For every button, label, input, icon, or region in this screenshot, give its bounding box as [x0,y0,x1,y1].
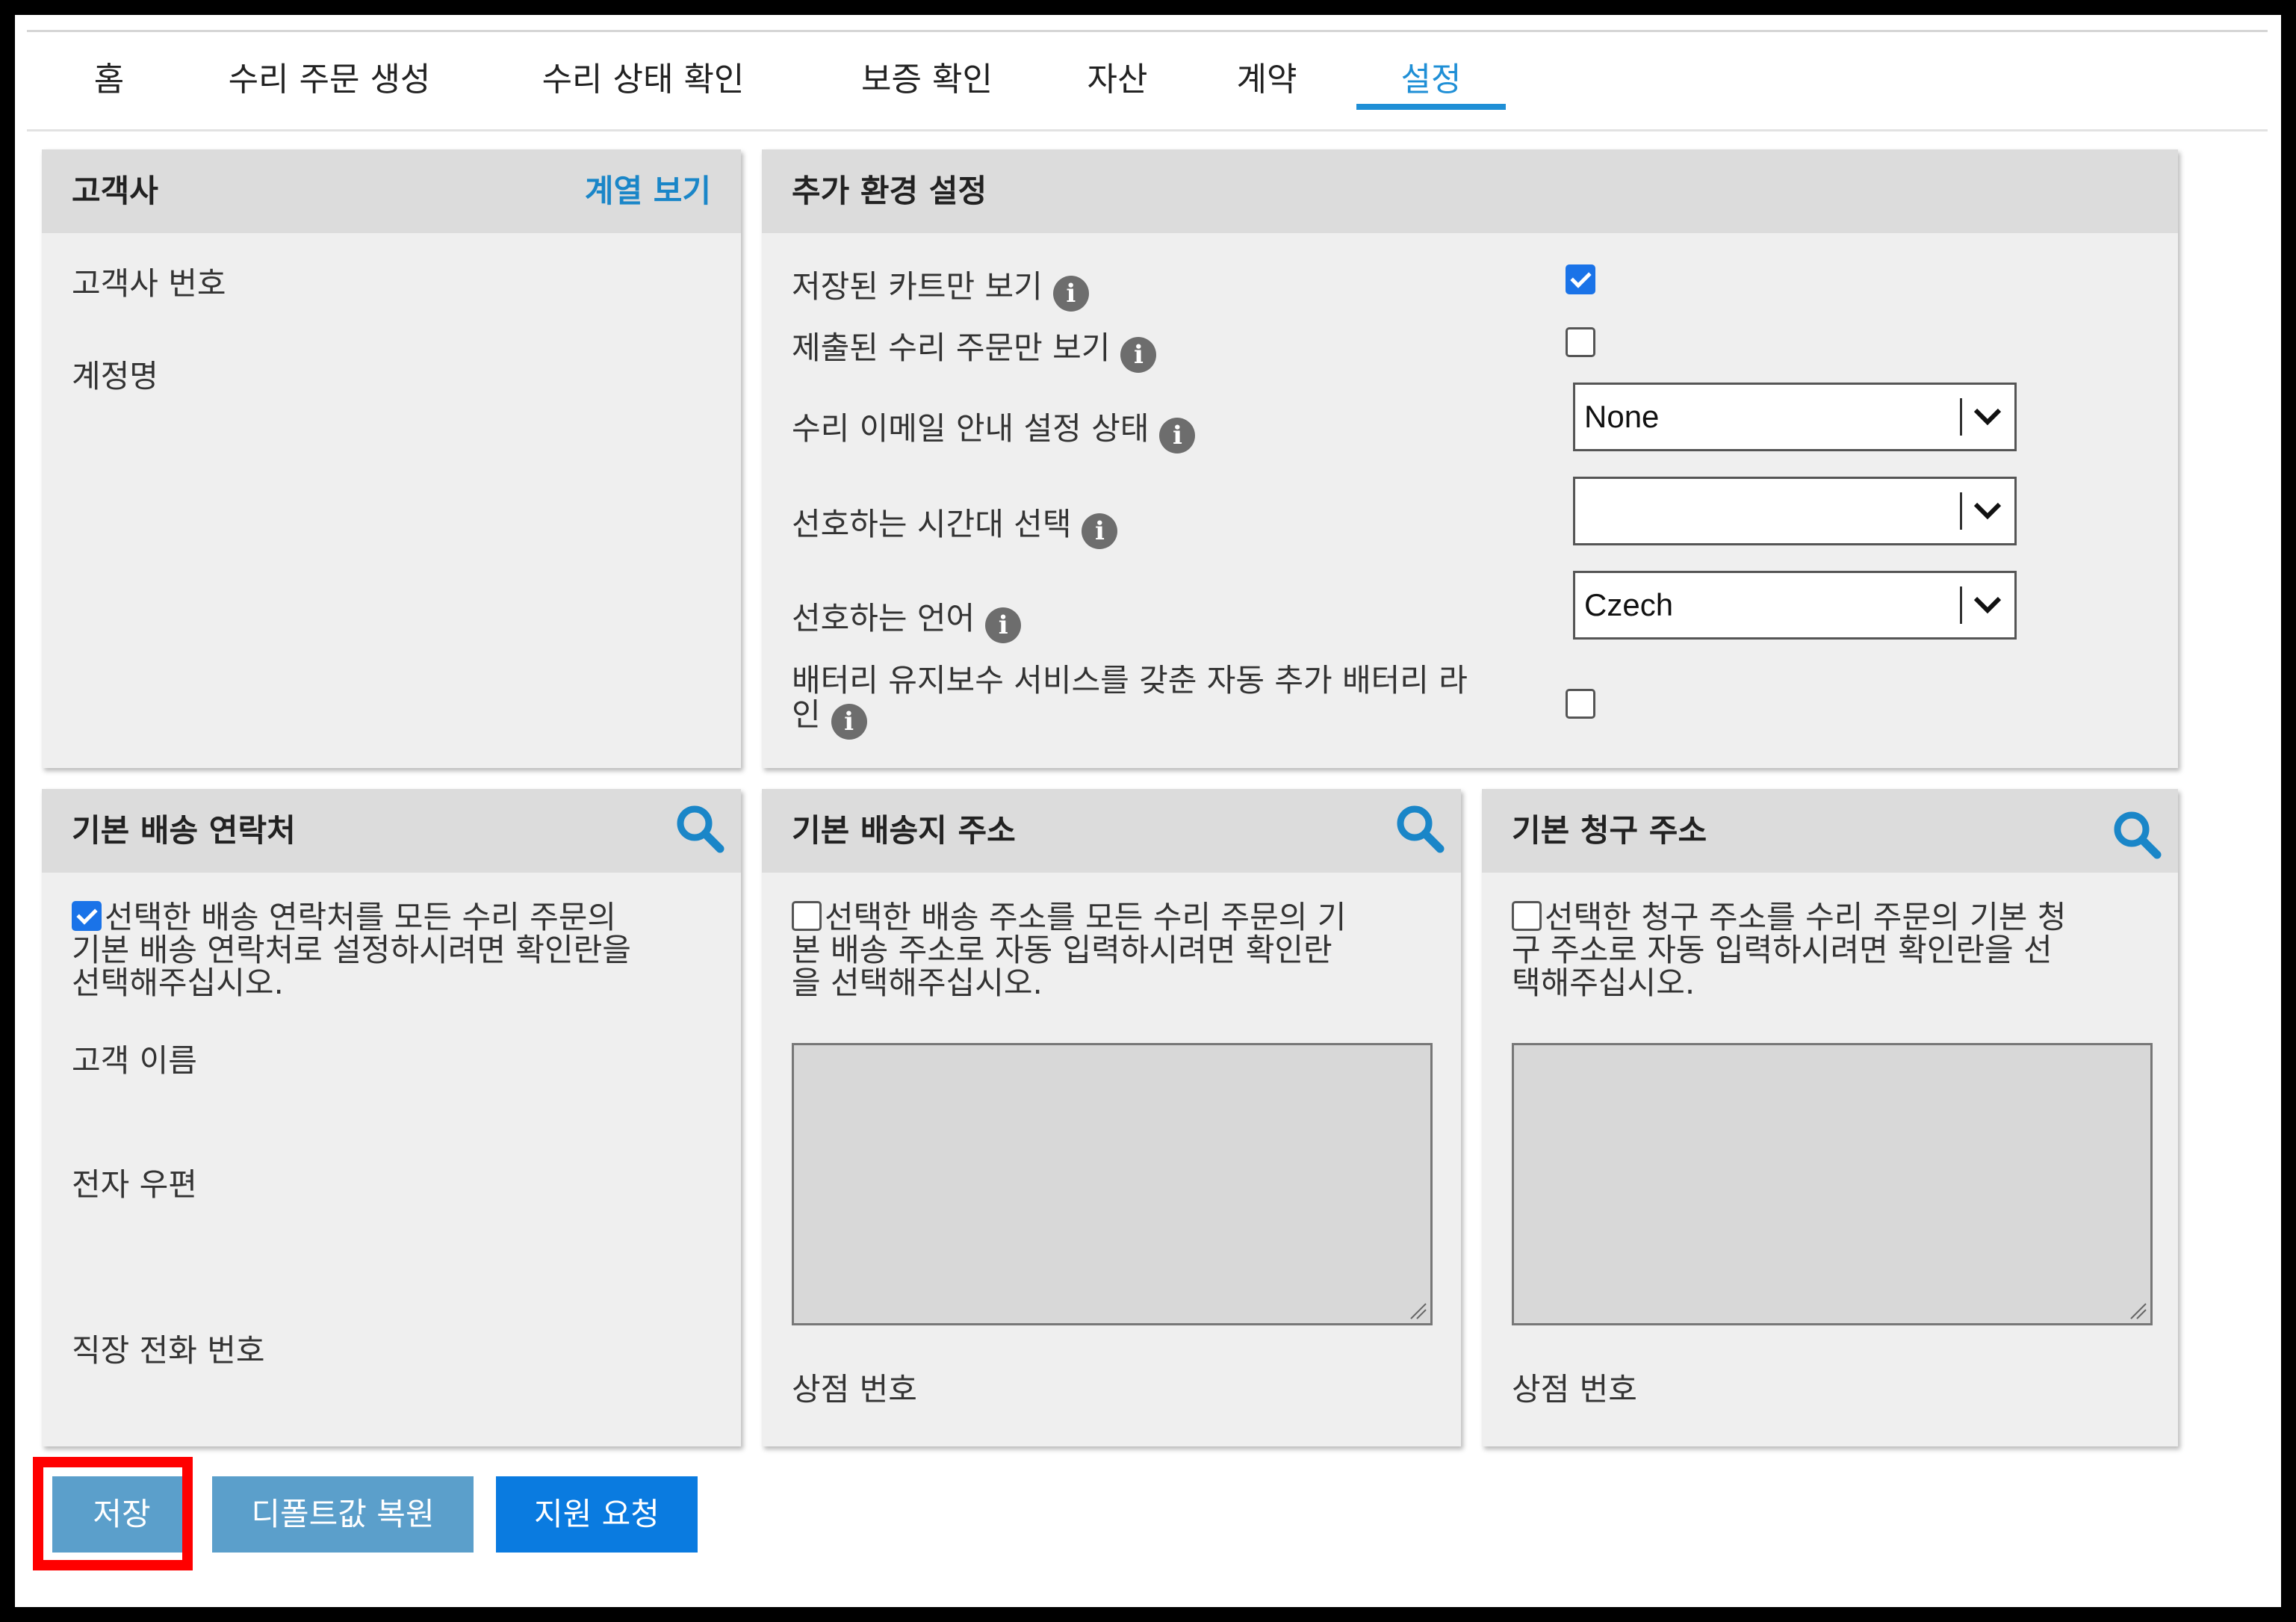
customer-panel-title: 고객사 [72,173,158,209]
info-icon[interactable]: i [1082,513,1118,549]
billing-address-textarea[interactable] [1512,1043,2153,1325]
tab-create-repair-order[interactable]: 수리 주문 생성 [206,50,453,110]
select-divider [1960,398,1962,436]
shipping-address-textarea[interactable] [792,1043,1433,1325]
search-icon[interactable] [674,802,726,855]
setting-timezone-label: 선호하는 시간대 선택 i [792,499,1118,549]
language-value: Czech [1584,587,1674,622]
tab-settings[interactable]: 설정 [1356,50,1506,110]
shipping-contact-default-checkbox[interactable] [72,901,102,931]
tab-contracts[interactable]: 계약 [1222,50,1312,110]
view-affiliates-link[interactable]: 계열 보기 [585,149,711,233]
account-name-label: 계정명 [72,358,158,394]
search-icon[interactable] [2111,808,2163,861]
setting-battery-text-line2: 인 [792,696,821,733]
billing-store-number-label: 상점 번호 [1512,1371,1637,1408]
shipping-address-desc-line2: 본 배송 주소로 자동 입력하시려면 확인란 [792,932,1332,968]
setting-saved-carts-label: 저장된 카트만 보기 i [792,261,1089,312]
shipping-store-number-label: 상점 번호 [792,1371,917,1408]
chevron-down-icon [1973,502,2002,520]
setting-email-notice-label: 수리 이메일 안내 설정 상태 i [792,403,1196,454]
chevron-down-icon [1973,596,2002,614]
shipping-contact-desc-line1: 선택한 배송 연락처를 모든 수리 주문의 [72,901,729,934]
app-window: 홈 수리 주문 생성 수리 상태 확인 보증 확인 자산 계약 설정 고객사 계… [15,15,2281,1607]
shipping-contact-desc-line3: 선택해주십시오. [72,965,284,1001]
setting-battery-line2: 인i [792,698,1468,740]
search-icon[interactable] [1394,802,1446,855]
timezone-select[interactable] [1573,477,2017,545]
main-tabs: 홈 수리 주문 생성 수리 상태 확인 보증 확인 자산 계약 설정 [27,30,2268,131]
resize-grip-icon[interactable] [2128,1301,2147,1320]
tab-home[interactable]: 홈 [79,50,139,110]
select-divider [1960,586,1962,624]
additional-settings-panel: 추가 환경 설정 저장된 카트만 보기 i 제출된 수리 주문만 보기 i 수리 이… [762,149,2178,768]
shipping-contact-desc: 선택한 배송 연락처를 모든 수리 주문의 기본 배송 연락처로 설정하시려면 … [72,901,729,1000]
info-icon[interactable]: i [985,607,1022,643]
customer-panel: 고객사 계열 보기 고객사 번호 계정명 [42,149,741,768]
language-select[interactable]: Czech [1573,571,2017,640]
tab-repair-status[interactable]: 수리 상태 확인 [520,50,766,110]
tab-warranty-check[interactable]: 보증 확인 [834,50,1020,110]
saved-carts-checkbox[interactable] [1566,264,1595,294]
shipping-contact-desc-line1-text: 선택한 배송 연락처를 모든 수리 주문의 [105,899,616,935]
restore-defaults-button[interactable]: 디폴트값 복원 [212,1476,474,1553]
customer-panel-header: 고객사 계열 보기 [42,149,741,233]
chevron-down-icon [1973,408,2002,426]
billing-address-desc-line1-text: 선택한 청구 주소를 수리 주문의 기본 청 [1545,899,2067,935]
setting-saved-carts-text: 저장된 카트만 보기 [792,268,1043,305]
billing-address-header: 기본 청구 주소 [1482,789,2178,873]
email-notice-select[interactable]: None [1573,383,2017,451]
info-icon[interactable]: i [831,704,867,740]
setting-language-text: 선호하는 언어 [792,600,975,637]
email-label: 전자 우편 [72,1166,197,1203]
resize-grip-icon[interactable] [1408,1301,1427,1320]
shipping-address-panel: 기본 배송지 주소 선택한 배송 주소를 모든 수리 주문의 기 본 배송 주소… [762,789,1461,1446]
select-divider [1960,492,1962,530]
setting-battery-text-line1: 배터리 유지보수 서비스를 갖춘 자동 추가 배터리 라 [792,662,1468,699]
submitted-orders-checkbox[interactable] [1566,327,1595,357]
billing-address-panel: 기본 청구 주소 선택한 청구 주소를 수리 주문의 기본 청 구 주소로 자동… [1482,789,2178,1446]
email-notice-value: None [1584,399,1660,434]
save-button[interactable]: 저장 [52,1476,191,1553]
setting-email-notice-text: 수리 이메일 안내 설정 상태 [792,410,1149,447]
shipping-contact-panel: 기본 배송 연락처 선택한 배송 연락처를 모든 수리 주문의 기본 배송 연락… [42,789,741,1446]
shipping-contact-header: 기본 배송 연락처 [42,789,741,873]
shipping-address-desc: 선택한 배송 주소를 모든 수리 주문의 기 본 배송 주소로 자동 입력하시려… [792,901,1449,1000]
billing-address-default-checkbox[interactable] [1512,901,1542,931]
setting-battery-label: 배터리 유지보수 서비스를 갖춘 자동 추가 배터리 라 인i [792,663,1468,740]
tab-assets[interactable]: 자산 [1073,50,1162,110]
support-request-button[interactable]: 지원 요청 [496,1476,698,1553]
shipping-contact-desc-line2: 기본 배송 연락처로 설정하시려면 확인란을 [72,932,631,968]
customer-number-label: 고객사 번호 [72,265,226,302]
setting-timezone-text: 선호하는 시간대 선택 [792,506,1072,542]
shipping-address-desc-line3: 을 선택해주십시오. [792,965,1043,1001]
billing-address-desc-line3: 택해주십시오. [1512,965,1695,1001]
setting-submitted-orders-label: 제출된 수리 주문만 보기 i [792,323,1157,373]
info-icon[interactable]: i [1159,418,1196,454]
billing-address-desc-line2: 구 주소로 자동 입력하시려면 확인란을 선 [1512,932,2053,968]
shipping-address-desc-line1-text: 선택한 배송 주소를 모든 수리 주문의 기 [825,899,1347,935]
setting-language-label: 선호하는 언어 i [792,593,1022,643]
customer-name-label: 고객 이름 [72,1042,197,1079]
shipping-address-title: 기본 배송지 주소 [792,812,1016,849]
shipping-address-desc-line1: 선택한 배송 주소를 모든 수리 주문의 기 [792,901,1449,934]
battery-line-checkbox[interactable] [1566,689,1595,719]
settings-panel-header: 추가 환경 설정 [762,149,2178,233]
shipping-contact-title: 기본 배송 연락처 [72,812,296,849]
settings-panel-title: 추가 환경 설정 [792,173,987,209]
billing-address-title: 기본 청구 주소 [1512,812,1707,849]
billing-address-desc: 선택한 청구 주소를 수리 주문의 기본 청 구 주소로 자동 입력하시려면 확… [1512,901,2169,1000]
billing-address-desc-line1: 선택한 청구 주소를 수리 주문의 기본 청 [1512,901,2169,934]
info-icon[interactable]: i [1120,337,1157,373]
info-icon[interactable]: i [1052,276,1089,312]
setting-submitted-orders-text: 제출된 수리 주문만 보기 [792,329,1111,366]
work-phone-label: 직장 전화 번호 [72,1332,265,1369]
shipping-address-header: 기본 배송지 주소 [762,789,1461,873]
shipping-address-default-checkbox[interactable] [792,901,822,931]
